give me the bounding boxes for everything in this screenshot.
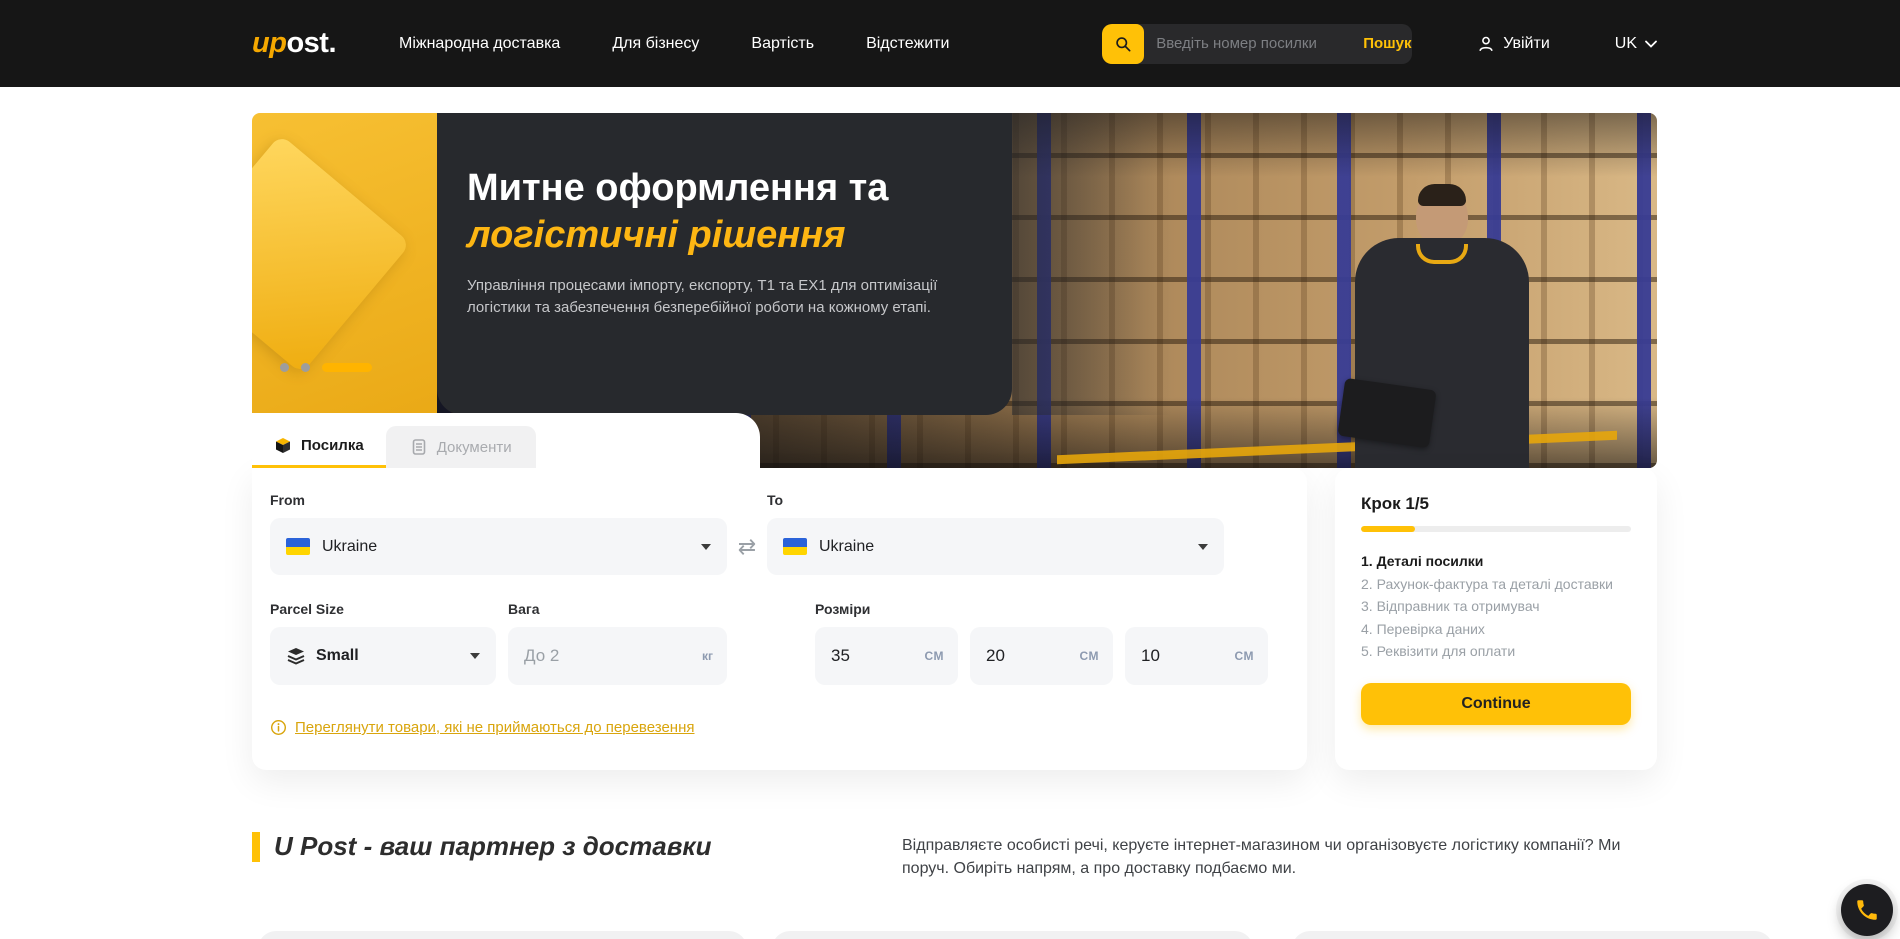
nav-item-pricing[interactable]: Вартість (751, 35, 814, 53)
progress-bar (1361, 526, 1631, 532)
brand-logo[interactable]: upost. (252, 27, 336, 60)
from-label: From (270, 492, 727, 508)
panel-fade (1012, 113, 1172, 415)
dropdown-arrow-icon (470, 653, 480, 659)
language-selector[interactable]: UK (1615, 35, 1657, 53)
step-item-1: 1. Деталі посилки (1361, 550, 1631, 573)
brand-logo-rest: ost. (286, 27, 336, 59)
package-icon (274, 437, 292, 455)
weight-field: кг (508, 627, 727, 685)
restricted-items-link[interactable]: Переглянути товари, які не приймаються д… (295, 719, 695, 736)
direction-card[interactable] (772, 931, 1253, 939)
parcel-size-label: Parcel Size (270, 601, 496, 617)
step-item-4: 4. Перевірка даних (1361, 618, 1631, 641)
continue-button[interactable]: Continue (1361, 683, 1631, 725)
login-label: Увійти (1503, 35, 1550, 53)
from-country-value: Ukraine (322, 538, 377, 556)
document-icon (410, 438, 428, 456)
dropdown-arrow-icon (1198, 544, 1208, 550)
step-item-3: 3. Відправник та отримувач (1361, 595, 1631, 618)
weight-input[interactable] (524, 646, 644, 666)
hero-description: Управління процесами імпорту, експорту, … (467, 275, 972, 319)
steps-list: 1. Деталі посилки 2. Рахунок-фактура та … (1361, 550, 1631, 663)
about-description: Відправляєте особисті речі, керуєте інте… (902, 828, 1657, 880)
dimension-width-field: см (970, 627, 1113, 685)
restricted-items-row: Переглянути товари, які не приймаються д… (270, 719, 1284, 736)
step-item-2: 2. Рахунок-фактура та деталі доставки (1361, 573, 1631, 596)
main-nav: Міжнародна доставка Для бізнесу Вартість… (399, 35, 949, 53)
swap-direction-button[interactable]: ⇄ (727, 534, 767, 560)
weight-unit: кг (702, 649, 713, 663)
tab-documents-label: Документи (437, 439, 512, 456)
top-navbar: upost. Міжнародна доставка Для бізнесу В… (0, 0, 1900, 87)
envelope-graphic (252, 134, 411, 374)
language-code: UK (1615, 35, 1637, 53)
steps-card: Крок 1/5 1. Деталі посилки 2. Рахунок-фа… (1335, 468, 1657, 770)
parcel-form-card: From Ukraine ⇄ To Uk (252, 468, 1307, 770)
heading-accent-bar (252, 832, 260, 862)
dimension-unit: см (1234, 649, 1254, 663)
dimension-height-input[interactable] (1141, 646, 1211, 666)
hero-text-panel: Митне оформлення та логістичні рішення У… (437, 113, 1012, 415)
login-button[interactable]: Увійти (1477, 35, 1550, 53)
progress-bar-fill (1361, 526, 1415, 532)
search-icon (1113, 34, 1133, 54)
direction-card[interactable] (1292, 931, 1773, 939)
nav-item-track[interactable]: Відстежити (866, 35, 949, 53)
chevron-down-icon (1645, 40, 1657, 48)
phone-icon (1854, 897, 1880, 923)
tab-parcel[interactable]: Посилка (252, 426, 386, 468)
about-title: U Post - ваш партнер з доставки (274, 828, 711, 864)
page: upost. Міжнародна доставка Для бізнесу В… (0, 0, 1900, 939)
nav-item-business[interactable]: Для бізнесу (612, 35, 699, 53)
contact-phone-button[interactable] (1841, 884, 1893, 936)
about-heading: U Post - ваш партнер з доставки (252, 828, 902, 880)
carousel-dot-active[interactable] (322, 363, 372, 372)
steps-title: Крок 1/5 (1361, 494, 1631, 514)
weight-label: Вага (508, 601, 727, 617)
dimension-width-input[interactable] (986, 646, 1056, 666)
to-country-select[interactable]: Ukraine (767, 518, 1224, 575)
dimension-length-field: см (815, 627, 958, 685)
about-section: U Post - ваш партнер з доставки Відправл… (252, 828, 1657, 880)
to-country-value: Ukraine (819, 538, 874, 556)
tabs-bar: Посилка Документи (252, 413, 760, 468)
from-country-select[interactable]: Ukraine (270, 518, 727, 575)
hero-title-line1: Митне оформлення та (467, 165, 982, 211)
info-icon (270, 719, 287, 736)
search-button[interactable] (1102, 24, 1144, 64)
user-icon (1477, 35, 1495, 53)
tracking-search: Пошук (1102, 24, 1412, 64)
booking-widget: Посилка Документи From (252, 413, 1657, 770)
carousel-indicators (280, 363, 372, 372)
dropdown-arrow-icon (701, 544, 711, 550)
carousel-dot[interactable] (280, 363, 289, 372)
step-item-5: 5. Реквізити для оплати (1361, 640, 1631, 663)
dimension-height-field: см (1125, 627, 1268, 685)
dimensions-label: Розміри (815, 601, 1268, 617)
dimension-unit: см (924, 649, 944, 663)
parcel-size-select[interactable]: Small (270, 627, 496, 685)
search-submit-label[interactable]: Пошук (1363, 35, 1412, 52)
nav-item-international[interactable]: Міжнародна доставка (399, 35, 560, 53)
flag-ukraine-icon (286, 538, 310, 555)
tab-parcel-label: Посилка (301, 437, 364, 454)
brand-logo-accent: up (252, 27, 286, 59)
search-input[interactable] (1144, 35, 1363, 52)
dimension-length-input[interactable] (831, 646, 901, 666)
parcel-size-icon (286, 646, 306, 666)
flag-ukraine-icon (783, 538, 807, 555)
carousel-dot[interactable] (301, 363, 310, 372)
to-label: To (767, 492, 1224, 508)
parcel-size-value: Small (316, 647, 359, 665)
direction-card[interactable] (258, 931, 747, 939)
dimension-unit: см (1079, 649, 1099, 663)
tab-documents[interactable]: Документи (386, 426, 536, 468)
hero-title-line2: логістичні рішення (467, 211, 982, 259)
